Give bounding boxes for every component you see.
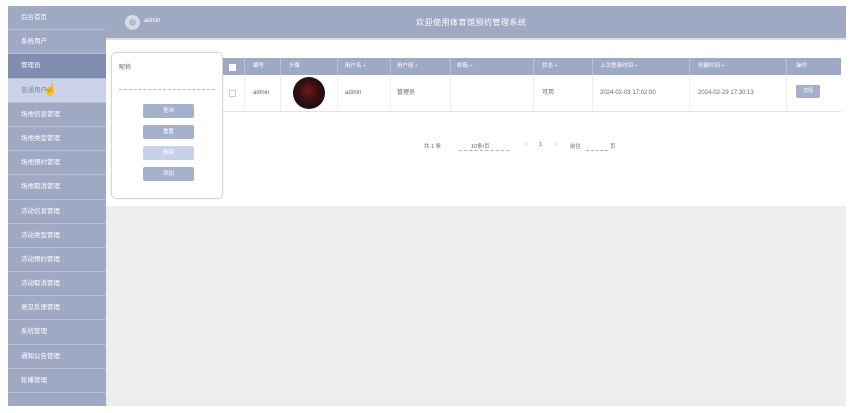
cell-status: 可用 (542, 90, 555, 96)
column-header-label: 创建时间 (698, 63, 721, 69)
column-header-username[interactable]: 用户名 ÷ (345, 58, 366, 75)
column-divider (450, 58, 451, 75)
column-divider (689, 58, 690, 75)
cell-divider (390, 75, 391, 111)
column-divider (786, 58, 787, 75)
query-button[interactable]: 查询 (143, 104, 194, 118)
sidebar-item-activity-type[interactable]: 活动类型管理 (8, 224, 106, 248)
avatar (293, 77, 325, 109)
column-header-created[interactable]: 创建时间 ÷ (698, 58, 725, 75)
detail-button[interactable]: 详情 (796, 85, 820, 98)
cell-divider (786, 75, 787, 111)
column-divider (244, 58, 245, 75)
cell-last-login: 2024-02-03 17:02:00 (600, 90, 656, 96)
nickname-search-input[interactable] (119, 73, 215, 90)
reset-button[interactable]: 重置 (143, 125, 194, 139)
column-divider (592, 58, 593, 75)
cell-divider (337, 75, 338, 111)
content-panel: 昵称 查询 重置 删除 添加 编号 头像 用户名 ÷ 用户组 ÷ 邮箱 ÷ 状态 (106, 40, 846, 206)
sidebar-item-feedback[interactable]: 意见反馈管理 (8, 296, 106, 321)
cell-divider (450, 75, 451, 111)
pointer-cursor-icon: ☝ (43, 83, 57, 96)
sidebar-item-venue-info[interactable]: 场地信息管理 (8, 103, 106, 127)
sidebar: 后台首页 系统用户 管理员 普通用户 ☝ 场地信息管理 场地类型管理 场地预约管… (8, 6, 106, 406)
goto-suffix: 页 (610, 144, 616, 150)
goto-label: 前往 (570, 144, 582, 150)
column-header-label: 用户组 (397, 63, 414, 69)
add-button[interactable]: 添加 (143, 167, 194, 181)
column-header-email[interactable]: 邮箱 ÷ (457, 58, 473, 75)
sidebar-item-notices[interactable]: 通知公告管理 (8, 345, 106, 369)
top-header: admin 欢迎使用体育馆预约管理系统 (106, 6, 846, 38)
table-row: admin admin 管理员 可用 2024-02-03 17:02:00 2… (223, 75, 841, 112)
next-page-button[interactable]: > (554, 142, 557, 148)
column-header-last-login[interactable]: 上次登录时间 ÷ (600, 58, 638, 75)
search-card: 昵称 查询 重置 删除 添加 (111, 52, 223, 199)
page-number-1[interactable]: 1 (539, 142, 542, 148)
sidebar-item-venue-type[interactable]: 场地类型管理 (8, 127, 106, 152)
cell-divider (689, 75, 690, 111)
sidebar-item-activity-info[interactable]: 活动信息管理 (8, 200, 106, 224)
sort-caret-icon: ÷ (363, 63, 367, 69)
column-header-label: 邮箱 (457, 63, 469, 69)
sidebar-item-system-users[interactable]: 系统用户 (8, 30, 106, 55)
cell-username: admin (345, 90, 362, 96)
goto-page-input[interactable] (586, 141, 608, 151)
sort-caret-icon: ÷ (415, 63, 419, 69)
sort-caret-icon: ÷ (554, 63, 558, 69)
sidebar-item-admins[interactable]: 管理员 (8, 54, 106, 79)
admin-table: 编号 头像 用户名 ÷ 用户组 ÷ 邮箱 ÷ 状态 ÷ 上次登录时间 ÷ 创建时… (223, 58, 841, 112)
app-frame: 后台首页 系统用户 管理员 普通用户 ☝ 场地信息管理 场地类型管理 场地预约管… (8, 6, 846, 406)
column-divider (280, 58, 281, 75)
cell-divider (280, 75, 281, 111)
delete-button[interactable]: 删除 (143, 146, 194, 160)
column-header-label: 状态 (542, 63, 554, 69)
cell-group: 管理员 (397, 90, 416, 96)
cell-divider (244, 75, 245, 111)
select-all-checkbox[interactable] (229, 64, 236, 71)
logo-icon (125, 15, 140, 30)
sidebar-item-activity-booking[interactable]: 活动预约管理 (8, 248, 106, 273)
pagination-total: 共 1 条 (424, 144, 442, 150)
page-size-value: 10条/页 (471, 144, 490, 150)
column-header-avatar: 头像 (289, 63, 301, 69)
cell-divider (592, 75, 593, 111)
prev-page-button[interactable]: < (525, 142, 528, 148)
sort-caret-icon: ÷ (634, 63, 638, 69)
cell-divider (533, 75, 534, 111)
sidebar-item-venue-cancel[interactable]: 场地取消管理 (8, 175, 106, 200)
user-name: admin (144, 18, 161, 24)
column-header-group[interactable]: 用户组 ÷ (397, 58, 418, 75)
column-divider (390, 58, 391, 75)
page-size-select[interactable]: 10条/页 (459, 141, 509, 151)
row-checkbox[interactable] (229, 90, 236, 97)
sidebar-item-carousel[interactable]: 轮播管理 (8, 369, 106, 393)
sidebar-item-venue-booking[interactable]: 场地预约管理 (8, 151, 106, 176)
column-header-id[interactable]: 编号 (253, 58, 264, 75)
column-header-status[interactable]: 状态 ÷ (542, 58, 558, 75)
cell-id: admin (253, 90, 270, 96)
sort-caret-icon: ÷ (469, 63, 473, 69)
sort-caret-icon: ÷ (721, 63, 725, 69)
page-title: 欢迎使用体育馆预约管理系统 (416, 18, 527, 27)
search-label: 昵称 (119, 65, 132, 71)
sidebar-item-system[interactable]: 系统管理 (8, 320, 106, 345)
sidebar-item-normal-users[interactable]: 普通用户 ☝ (8, 78, 106, 103)
column-header-action: 操作 (796, 63, 808, 69)
table-header: 编号 头像 用户名 ÷ 用户组 ÷ 邮箱 ÷ 状态 ÷ 上次登录时间 ÷ 创建时… (223, 58, 841, 75)
column-header-label: 用户名 (345, 63, 362, 69)
column-divider (337, 58, 338, 75)
cell-created: 2024-02-29 17:30:13 (698, 90, 754, 96)
sidebar-item-home[interactable]: 后台首页 (8, 6, 106, 31)
column-divider (533, 58, 534, 75)
sidebar-item-activity-cancel[interactable]: 活动取消管理 (8, 272, 106, 297)
column-header-label: 上次登录时间 (600, 63, 634, 69)
